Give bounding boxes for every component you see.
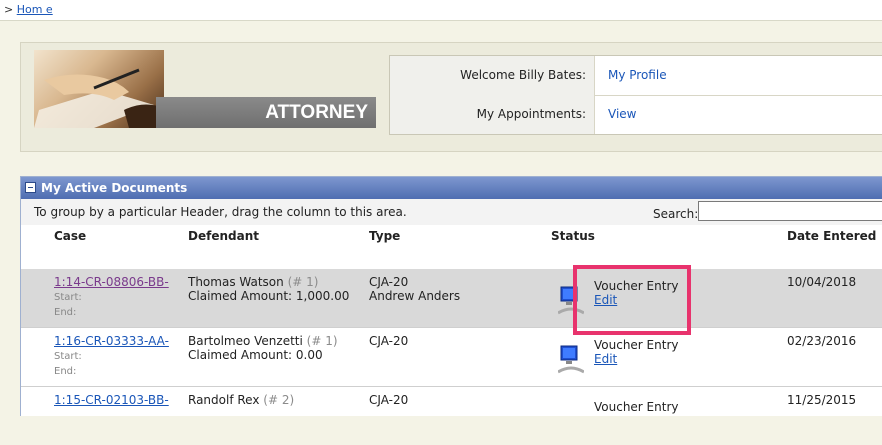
header-panel: ATTORNEY Welcome Billy Bates: My Profile… (20, 42, 882, 152)
edit-link[interactable]: Edit (594, 293, 617, 307)
column-headers: Case Defendant Type Status Date Entered (21, 225, 882, 247)
defendant-name: Randolf Rex (188, 393, 260, 407)
group-hint: To group by a particular Header, drag th… (34, 205, 407, 219)
home-link[interactable]: Hom e (17, 3, 53, 16)
appointments-row: My Appointments: View (390, 95, 882, 134)
computer-icon (558, 345, 584, 374)
welcome-label: Welcome Billy Bates: (390, 56, 595, 95)
defendant-name: Bartolmeo Venzetti (188, 334, 303, 348)
active-documents-panel: My Active Documents To group by a partic… (20, 176, 882, 416)
table-row[interactable]: 1:14-CR-08806-BB- Start: End: Thomas Wat… (21, 269, 882, 328)
start-label: Start: (54, 351, 82, 362)
logo-photo (34, 50, 164, 128)
date-entered: 02/23/2016 (787, 334, 857, 348)
logo-title: ATTORNEY (156, 97, 376, 128)
defendant-number: (# 2) (263, 393, 295, 407)
my-profile-link[interactable]: My Profile (608, 56, 667, 95)
search-input[interactable] (698, 201, 882, 221)
group-by-area[interactable]: To group by a particular Header, drag th… (21, 199, 882, 226)
welcome-row: Welcome Billy Bates: My Profile (390, 56, 882, 96)
defendant-number: (# 1) (287, 275, 319, 289)
status-text: Voucher Entry (594, 338, 679, 352)
claimed-amount: Claimed Amount: 1,000.00 (188, 289, 350, 303)
column-date-entered[interactable]: Date Entered (787, 229, 876, 243)
date-entered: 10/04/2018 (787, 275, 857, 289)
case-link[interactable]: 1:15-CR-02103-BB- (54, 393, 169, 407)
breadcrumb: > Hom e (4, 3, 53, 16)
column-type[interactable]: Type (369, 229, 400, 243)
status-text: Voucher Entry (594, 279, 679, 293)
case-link[interactable]: 1:14-CR-08806-BB- (54, 275, 169, 289)
column-defendant[interactable]: Defendant (188, 229, 259, 243)
computer-icon (558, 286, 584, 315)
defendant-number: (# 1) (306, 334, 338, 348)
defendant-name: Thomas Watson (188, 275, 284, 289)
view-appointments-link[interactable]: View (608, 95, 636, 134)
search-label: Search: (653, 207, 699, 221)
start-label: Start: (54, 292, 82, 303)
collapse-icon[interactable] (25, 182, 36, 193)
attorney-logo: ATTORNEY (34, 50, 376, 128)
date-entered: 11/25/2015 (787, 393, 857, 407)
breadcrumb-separator: > (4, 3, 14, 16)
hand-writing-image (34, 68, 164, 128)
table-row[interactable]: 1:16-CR-03333-AA- Start: End: Bartolmeo … (21, 328, 882, 387)
column-case[interactable]: Case (54, 229, 86, 243)
column-status[interactable]: Status (551, 229, 595, 243)
type-assignee: Andrew Anders (369, 289, 461, 303)
end-label: End: (54, 366, 77, 377)
top-bar: > Hom e (0, 0, 882, 21)
edit-link[interactable]: Edit (594, 352, 617, 366)
document-type: CJA-20 (369, 334, 409, 348)
appointments-label: My Appointments: (390, 95, 595, 134)
status-text: Voucher Entry (594, 400, 679, 414)
panel-title: My Active Documents (41, 181, 188, 195)
end-label: End: (54, 307, 77, 318)
claimed-amount: Claimed Amount: 0.00 (188, 348, 323, 362)
case-link[interactable]: 1:16-CR-03333-AA- (54, 334, 169, 348)
document-type: CJA-20 (369, 393, 409, 407)
document-type: CJA-20 (369, 275, 409, 289)
panel-title-bar: My Active Documents (21, 177, 882, 199)
user-info-table: Welcome Billy Bates: My Profile My Appoi… (389, 55, 882, 135)
table-row[interactable]: 1:15-CR-02103-BB- Randolf Rex (# 2) CJA-… (21, 387, 882, 445)
